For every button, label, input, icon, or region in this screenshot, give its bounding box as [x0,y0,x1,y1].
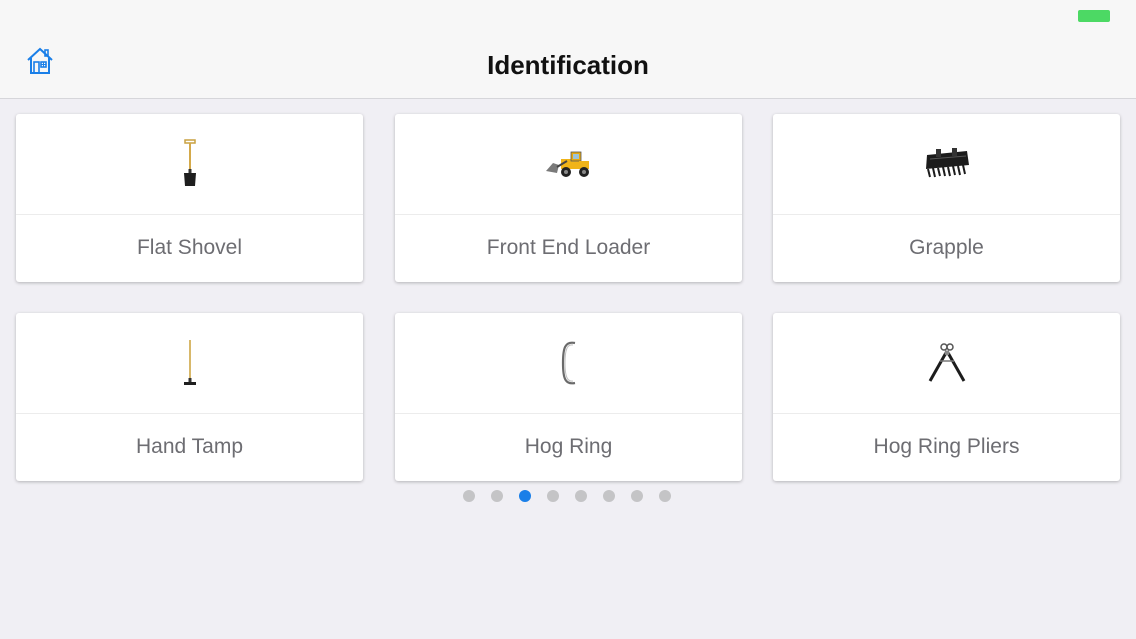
flat-shovel-icon [183,139,196,186]
item-label: Flat Shovel [136,236,243,259]
item-label: Hand Tamp [135,435,243,458]
page-dot-5[interactable] [575,490,587,502]
item-thumbnail [395,114,742,214]
page-indicator[interactable] [463,490,671,504]
item-label: Grapple [909,236,984,259]
item-grid: Flat Shovel Front End Loader Grapple Han… [0,0,1136,639]
item-thumbnail [773,313,1120,413]
hog-ring-icon [561,341,575,385]
item-thumbnail [16,114,363,214]
hand-tamp-icon [183,340,196,385]
page-dot-4[interactable] [547,490,559,502]
item-label: Front End Loader [486,236,651,259]
hog-ring-pliers-icon [928,343,965,382]
front-end-loader-icon [545,151,589,177]
item-label: Hog Ring [524,435,613,458]
page-dot-3[interactable] [519,490,531,502]
item-thumbnail [773,114,1120,214]
page-dot-1[interactable] [463,490,475,502]
item-card-hog-ring-pliers[interactable]: Hog Ring Pliers [773,313,1120,481]
page-dot-6[interactable] [603,490,615,502]
item-label: Hog Ring Pliers [873,435,1020,458]
item-card-front-end-loader[interactable]: Front End Loader [395,114,742,282]
item-thumbnail [395,313,742,413]
grapple-icon [925,148,969,178]
page-dot-7[interactable] [631,490,643,502]
item-thumbnail [16,313,363,413]
item-card-flat-shovel[interactable]: Flat Shovel [16,114,363,282]
page-dot-8[interactable] [659,490,671,502]
page-dot-2[interactable] [491,490,503,502]
item-card-grapple[interactable]: Grapple [773,114,1120,282]
item-card-hog-ring[interactable]: Hog Ring [395,313,742,481]
item-card-hand-tamp[interactable]: Hand Tamp [16,313,363,481]
